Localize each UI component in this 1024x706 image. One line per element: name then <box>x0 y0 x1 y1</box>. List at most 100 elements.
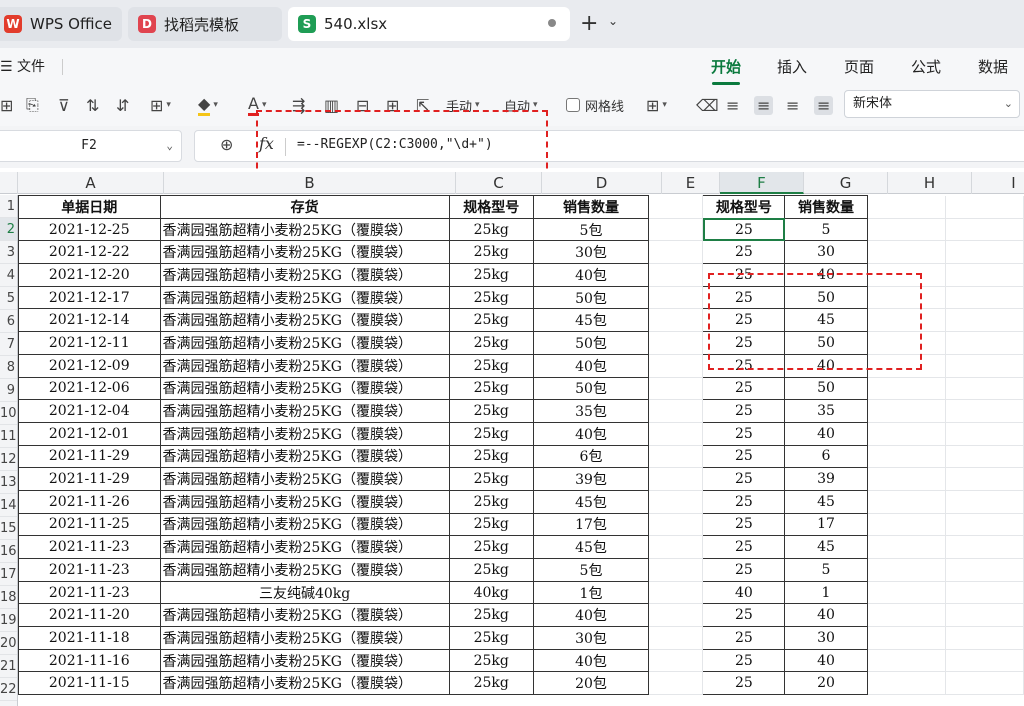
item-cell[interactable]: 香满园强筋超精小麦粉25KG（覆膜袋） <box>159 399 450 423</box>
chevron-down-icon[interactable]: ⌄ <box>608 14 618 28</box>
cell[interactable] <box>648 581 704 605</box>
cell[interactable] <box>648 263 704 287</box>
header-cell[interactable]: 规格型号 <box>448 195 534 219</box>
date-cell[interactable]: 2021-11-23 <box>18 558 161 582</box>
item-cell[interactable]: 香满园强筋超精小麦粉25KG（覆膜袋） <box>159 376 450 401</box>
result-quantity-cell[interactable]: 40 <box>784 263 868 287</box>
tab-wps-office[interactable]: W WPS Office <box>0 7 122 41</box>
cell[interactable] <box>945 422 1024 446</box>
result-header-cell[interactable]: 规格型号 <box>702 195 786 219</box>
result-quantity-cell[interactable]: 35 <box>784 399 868 423</box>
cell[interactable] <box>945 354 1024 378</box>
result-quantity-cell[interactable]: 6 <box>784 444 868 469</box>
cell[interactable] <box>867 649 946 673</box>
result-spec-cell[interactable]: 25 <box>702 331 786 355</box>
quantity-cell[interactable]: 5包 <box>532 558 650 582</box>
date-cell[interactable]: 2021-12-14 <box>18 308 161 333</box>
spec-cell[interactable]: 25kg <box>448 331 534 355</box>
cell[interactable] <box>648 308 704 333</box>
quantity-cell[interactable]: 50包 <box>532 285 650 310</box>
tab-insert[interactable]: 插入 <box>777 56 807 77</box>
spec-cell[interactable]: 25kg <box>448 421 534 446</box>
cell[interactable] <box>648 354 704 378</box>
cell[interactable] <box>945 445 1024 469</box>
cell[interactable] <box>867 218 946 242</box>
spec-cell[interactable]: 25kg <box>448 217 534 242</box>
spec-cell[interactable]: 40kg <box>448 580 534 605</box>
date-cell[interactable]: 2021-11-29 <box>18 467 161 491</box>
cell[interactable] <box>945 399 1024 423</box>
clear-format-icon[interactable]: ⌫ <box>696 94 719 116</box>
result-spec-cell[interactable]: 25 <box>702 558 786 582</box>
result-quantity-cell[interactable]: 50 <box>784 285 868 310</box>
cell[interactable] <box>648 445 704 469</box>
column-header-d[interactable]: D <box>542 172 662 194</box>
spec-cell[interactable]: 25kg <box>448 399 534 423</box>
cell[interactable] <box>648 558 704 582</box>
cell[interactable] <box>867 467 946 491</box>
quantity-cell[interactable]: 45包 <box>532 535 650 559</box>
result-spec-cell[interactable]: 25 <box>702 263 786 287</box>
cell[interactable] <box>867 354 946 378</box>
item-cell[interactable]: 香满园强筋超精小麦粉25KG（覆膜袋） <box>159 648 450 673</box>
cell[interactable] <box>648 195 704 219</box>
cell[interactable] <box>945 603 1024 628</box>
cell[interactable] <box>648 331 704 355</box>
result-spec-cell[interactable]: 25 <box>702 671 786 696</box>
cell[interactable] <box>867 445 946 469</box>
auto-button[interactable]: 自动 ▾ <box>504 94 538 116</box>
column-header-e[interactable]: E <box>662 172 720 194</box>
quantity-cell[interactable]: 45包 <box>532 308 650 333</box>
cell[interactable] <box>945 467 1024 491</box>
result-quantity-cell[interactable]: 39 <box>784 467 868 491</box>
item-cell[interactable]: 香满园强筋超精小麦粉25KG（覆膜袋） <box>159 558 450 582</box>
result-spec-cell[interactable]: 25 <box>702 308 786 333</box>
result-spec-cell[interactable]: 25 <box>702 285 786 310</box>
tab-close-icon[interactable] <box>548 19 556 27</box>
item-cell[interactable]: 香满园强筋超精小麦粉25KG（覆膜袋） <box>159 603 450 628</box>
date-cell[interactable]: 2021-12-04 <box>18 399 161 423</box>
date-cell[interactable]: 2021-12-22 <box>18 240 161 265</box>
spec-cell[interactable]: 25kg <box>448 285 534 310</box>
spec-cell[interactable]: 25kg <box>448 444 534 469</box>
cell[interactable] <box>648 671 704 696</box>
zoom-search-icon[interactable]: ⊕ <box>220 135 233 154</box>
cell[interactable] <box>867 195 946 219</box>
quantity-cell[interactable]: 30包 <box>532 626 650 650</box>
quantity-cell[interactable]: 17包 <box>532 512 650 537</box>
cell[interactable] <box>945 581 1024 605</box>
date-cell[interactable]: 2021-12-25 <box>18 217 161 242</box>
cell[interactable] <box>945 490 1024 514</box>
item-cell[interactable]: 香满园强筋超精小麦粉25KG（覆膜袋） <box>159 489 450 514</box>
name-box[interactable]: F2 ⌄ <box>0 130 182 162</box>
column-header-f[interactable]: F <box>720 172 804 194</box>
result-spec-cell[interactable]: 25 <box>702 626 786 650</box>
cell[interactable] <box>648 240 704 265</box>
date-cell[interactable]: 2021-11-23 <box>18 535 161 559</box>
row-header[interactable]: 20 <box>0 632 17 655</box>
result-quantity-cell[interactable]: 40 <box>784 421 868 446</box>
result-spec-cell[interactable]: 40 <box>702 580 786 605</box>
row-header[interactable]: 6 <box>0 310 17 333</box>
cell[interactable] <box>648 377 704 401</box>
date-cell[interactable]: 2021-11-29 <box>18 444 161 469</box>
row-header[interactable]: 11 <box>0 425 17 448</box>
header-cell[interactable]: 销售数量 <box>532 195 650 219</box>
result-spec-cell[interactable]: 25 <box>702 467 786 491</box>
new-tab-plus-icon[interactable]: + <box>580 11 598 36</box>
spec-cell[interactable]: 25kg <box>448 353 534 378</box>
column-header-c[interactable]: C <box>456 172 542 194</box>
cell[interactable] <box>867 535 946 559</box>
cell[interactable] <box>945 626 1024 650</box>
date-cell[interactable]: 2021-12-06 <box>18 376 161 401</box>
item-cell[interactable]: 香满园强筋超精小麦粉25KG（覆膜袋） <box>159 421 450 446</box>
spec-cell[interactable]: 25kg <box>448 489 534 514</box>
result-quantity-cell[interactable]: 40 <box>784 648 868 673</box>
result-spec-cell[interactable]: 25 <box>702 489 786 514</box>
filter-icon[interactable]: ⊽ <box>58 94 70 116</box>
cell[interactable] <box>945 331 1024 355</box>
spec-cell[interactable]: 25kg <box>448 467 534 491</box>
row-header[interactable]: 12 <box>0 448 17 471</box>
cell[interactable] <box>945 263 1024 287</box>
cell[interactable] <box>648 467 704 491</box>
